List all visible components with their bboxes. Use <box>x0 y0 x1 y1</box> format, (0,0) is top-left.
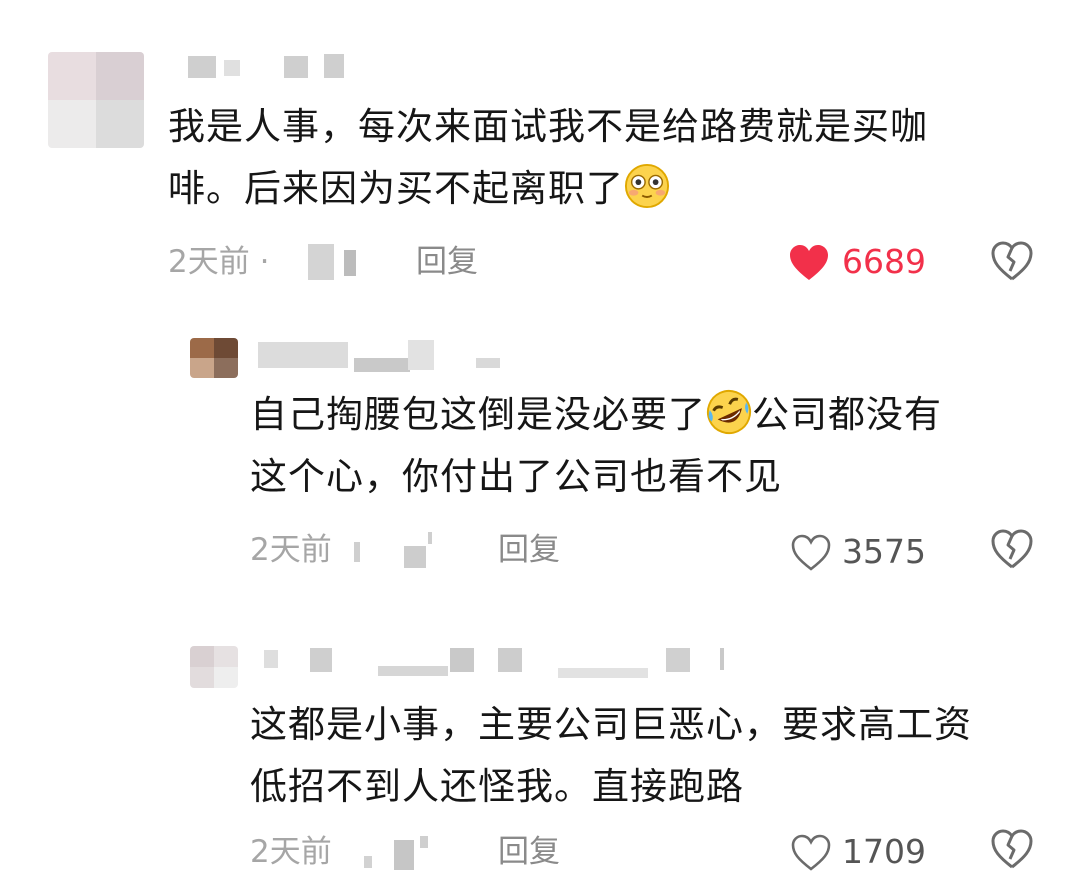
flushed-face-emoji-icon <box>624 163 670 209</box>
comment-meta: 2天前 回复 <box>250 530 650 570</box>
avatar[interactable] <box>190 646 238 688</box>
like-button[interactable]: 1709 <box>790 830 940 874</box>
like-count: 1709 <box>842 832 926 871</box>
like-count: 3575 <box>842 532 926 571</box>
comment-text-line: 这都是小事，主要公司巨恶心，要求高工资 <box>250 703 972 746</box>
heart-outline-icon <box>791 834 831 871</box>
comment-text: 这都是小事，主要公司巨恶心，要求高工资 低招不到人还怪我。直接跑路 <box>250 694 1070 818</box>
username-blurred[interactable] <box>258 646 738 686</box>
like-count: 6689 <box>842 242 926 281</box>
username-blurred[interactable] <box>188 50 368 80</box>
comment-text-line: 我是人事，每次来面试我不是给路费就是买咖 <box>168 105 928 148</box>
dislike-button[interactable] <box>990 528 1034 572</box>
like-button[interactable]: 6689 <box>788 240 938 284</box>
broken-heart-icon <box>991 529 1033 569</box>
comment-text-line: 自己掏腰包这倒是没必要了 公司都没有 <box>250 384 1050 446</box>
username-blurred[interactable] <box>258 338 518 378</box>
comment-text: 我是人事，每次来面试我不是给路费就是买咖 啡。后来因为买不起离职了 <box>168 96 1048 220</box>
location-blurred <box>354 834 444 870</box>
comment-meta: 2天前 回复 <box>250 832 650 872</box>
dislike-button[interactable] <box>990 240 1034 284</box>
location-blurred <box>308 244 368 280</box>
comment-text-line: 啡。后来因为买不起离职了 <box>168 158 1048 220</box>
comment-text: 自己掏腰包这倒是没必要了 公司都没有 这个心，你付出了公司也看不见 <box>250 384 1050 508</box>
heart-filled-icon <box>790 245 828 280</box>
comment-item-3: 这都是小事，主要公司巨恶心，要求高工资 低招不到人还怪我。直接跑路 2天前 回复… <box>0 630 1080 872</box>
comment-item-1: 我是人事，每次来面试我不是给路费就是买咖 啡。后来因为买不起离职了 2天前 · … <box>0 0 1080 300</box>
dislike-button[interactable] <box>990 828 1034 872</box>
comment-item-2: 自己掏腰包这倒是没必要了 公司都没有 这个心，你付出了公司也看不见 2天前 回复 … <box>0 320 1080 600</box>
heart-outline-icon <box>791 534 831 571</box>
timestamp: 2天前 · <box>168 244 270 280</box>
location-blurred <box>354 532 434 568</box>
broken-heart-icon <box>991 829 1033 869</box>
reply-button[interactable]: 回复 <box>498 832 560 872</box>
avatar[interactable] <box>190 338 238 378</box>
timestamp: 2天前 <box>250 532 332 568</box>
comment-meta: 2天前 · 回复 <box>168 242 568 282</box>
comment-text-line: 这个心，你付出了公司也看不见 <box>250 455 782 498</box>
like-button[interactable]: 3575 <box>790 530 940 574</box>
broken-heart-icon <box>991 241 1033 281</box>
avatar[interactable] <box>48 52 144 148</box>
rolling-on-floor-laughing-emoji-icon <box>706 389 752 435</box>
comment-text-line: 低招不到人还怪我。直接跑路 <box>250 765 744 808</box>
reply-button[interactable]: 回复 <box>498 530 560 570</box>
reply-button[interactable]: 回复 <box>416 242 478 282</box>
timestamp: 2天前 <box>250 834 332 870</box>
